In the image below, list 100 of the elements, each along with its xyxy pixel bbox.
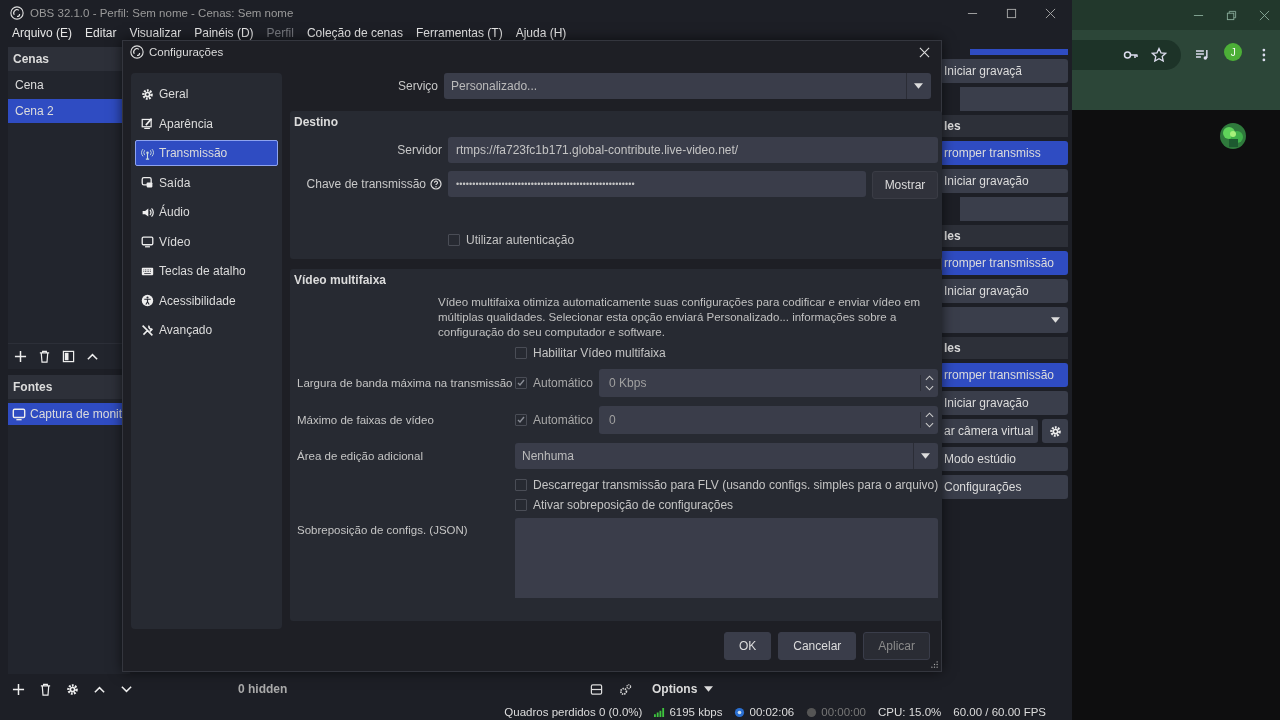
checkbox[interactable] [515,499,527,511]
caret-icon [1051,317,1060,323]
monitor-pen-icon [141,117,154,130]
maximize-icon[interactable] [1006,7,1017,19]
menu-item[interactable]: Arquivo (E) [12,26,73,40]
monitor-icon [12,407,26,421]
filter-icon[interactable] [62,350,75,363]
sidebar-item[interactable]: Transmissão [135,140,278,166]
control-button[interactable]: Iniciar gravação [940,391,1068,415]
caret-icon [704,686,714,692]
status-text: 00:00:00 [821,706,866,718]
add-icon[interactable] [14,350,27,363]
field-label: Servidor [396,142,442,157]
speaker-icon [141,205,154,219]
monitor-icon [141,235,154,248]
control-button[interactable]: Iniciar gravação [940,169,1068,193]
field-label: Largura de banda máxima na transmissão [296,377,512,389]
trash-icon[interactable] [39,682,52,696]
status-text: 00:02:06 [749,706,795,718]
control-button[interactable]: rromper transmiss [940,141,1068,165]
control-button[interactable]: rromper transmissão [940,251,1068,275]
tools-icon [141,323,154,337]
sidebar-item[interactable]: Saída [135,169,278,196]
field-label: Serviço [397,79,438,93]
dock-title: les [940,225,1068,247]
checkbox[interactable] [515,347,527,359]
checkbox-label: Descarregar transmissão para FLV (usando configs. simples para o arquivo) [533,478,939,492]
address-bar[interactable] [1072,40,1181,70]
close-icon[interactable] [1045,7,1056,19]
add-icon[interactable] [12,682,25,696]
star-icon[interactable] [1150,47,1167,63]
checkbox[interactable] [515,377,527,389]
options-button[interactable]: Options [652,682,714,696]
status-text: CPU: 15.0% [878,706,942,718]
window-title: OBS 32.1.0 - Perfil: Sem nome - Cenas: Sem nome [30,7,295,19]
dialog-button[interactable]: Cancelar [778,632,857,660]
layout-icon[interactable] [590,682,603,696]
show-button[interactable]: Mostrar [871,171,939,199]
control-button[interactable]: Iniciar gravação [940,279,1068,303]
stream-key-field[interactable]: ••••••••••••••••••••••••••••••••••••••••••••••••••••••• [448,171,866,197]
canvas-dropdown[interactable]: Nenhuma [515,443,939,469]
dialog-title: Configurações [149,46,225,58]
checkbox-label: Automático [533,413,594,427]
control-button[interactable]: Modo estúdio [940,447,1068,471]
sidebar-item[interactable]: Avançado [135,317,278,343]
sidebar-item[interactable]: Aparência [135,110,278,137]
checkbox-label: Habilitar Vídeo multifaixa [533,346,666,360]
server-field[interactable]: rtmps://fa723fc1b171.global-contribute.live-video.net/ [448,137,939,163]
dock-title: les [940,337,1068,359]
antenna-icon [141,146,154,160]
checkbox[interactable] [448,234,460,246]
accessibility-icon [141,294,154,307]
sidebar-item[interactable]: Áudio [135,199,278,225]
settings-icon[interactable] [66,682,79,696]
resize-grip-icon[interactable] [931,661,938,668]
sidebar-item[interactable]: Geral [135,81,278,107]
checkbox-label: Ativar sobreposição de configurações [533,498,734,512]
status-text: 6195 kbps [669,706,723,718]
control-button[interactable]: Configurações [940,475,1068,499]
control-button[interactable]: Iniciar gravaçã [940,59,1068,83]
checkbox[interactable] [515,414,527,426]
media-playlist-icon[interactable] [1194,47,1211,63]
menu-item[interactable]: Ajuda (H) [515,26,567,40]
stream-status-icon [734,706,746,718]
service-dropdown[interactable]: Personalizado... [444,73,931,99]
restore-icon[interactable] [1226,9,1237,21]
sidebar-item[interactable]: Vídeo [135,228,278,255]
signal-bars-icon [654,706,666,718]
trash-icon[interactable] [38,350,51,363]
menu-item[interactable]: Painéis (D) [194,26,254,40]
app-logo [130,45,144,59]
field-label: Máximo de faixas de vídeo [296,414,435,426]
hidden-count: 0 hidden [238,682,289,696]
field-label: Sobreposição de configs. (JSON) [296,523,469,536]
output-icon [141,176,154,189]
menu-item[interactable]: Coleção de cenas [306,26,403,40]
caret-icon [921,453,931,459]
gears-icon[interactable] [619,682,632,696]
checkbox-label: Automático [533,376,594,390]
sidebar-item[interactable]: Teclas de atalho [135,258,278,284]
checkbox-label: Utilizar autenticação [466,233,575,247]
status-text: 60.00 / 60.00 FPS [953,706,1046,718]
dialog-button[interactable]: OK [723,632,772,660]
group-title: Vídeo multifaixa [294,273,388,289]
help-icon[interactable] [430,178,442,190]
app-logo [10,6,24,20]
sidebar-item[interactable]: Acessibilidade [135,287,278,314]
control-button[interactable]: rromper transmissão [940,363,1068,387]
field-label: Área de edição adicional [296,450,424,462]
settings-icon [1048,424,1062,438]
record-status-icon [806,706,818,718]
menu-item[interactable]: Editar [85,26,117,40]
checkbox[interactable] [515,479,527,491]
source-label: Captura de monit [30,407,123,421]
control-button[interactable]: ar câmera virtual [940,419,1038,443]
description-text: Vídeo multifaixa otimiza automaticamente suas configurações para codificar e enviar vídeo em múltiplas qualidades. Selecionar esta opção enviará Personalizado... informações sobre a configuração do seu computador e software. [438,295,921,340]
settings-button[interactable] [1042,419,1068,443]
menu-item[interactable]: Ferramentas (T) [416,26,503,40]
menu-item[interactable]: Visualizar [129,26,182,40]
field-label: Chave de transmissão [306,177,426,191]
